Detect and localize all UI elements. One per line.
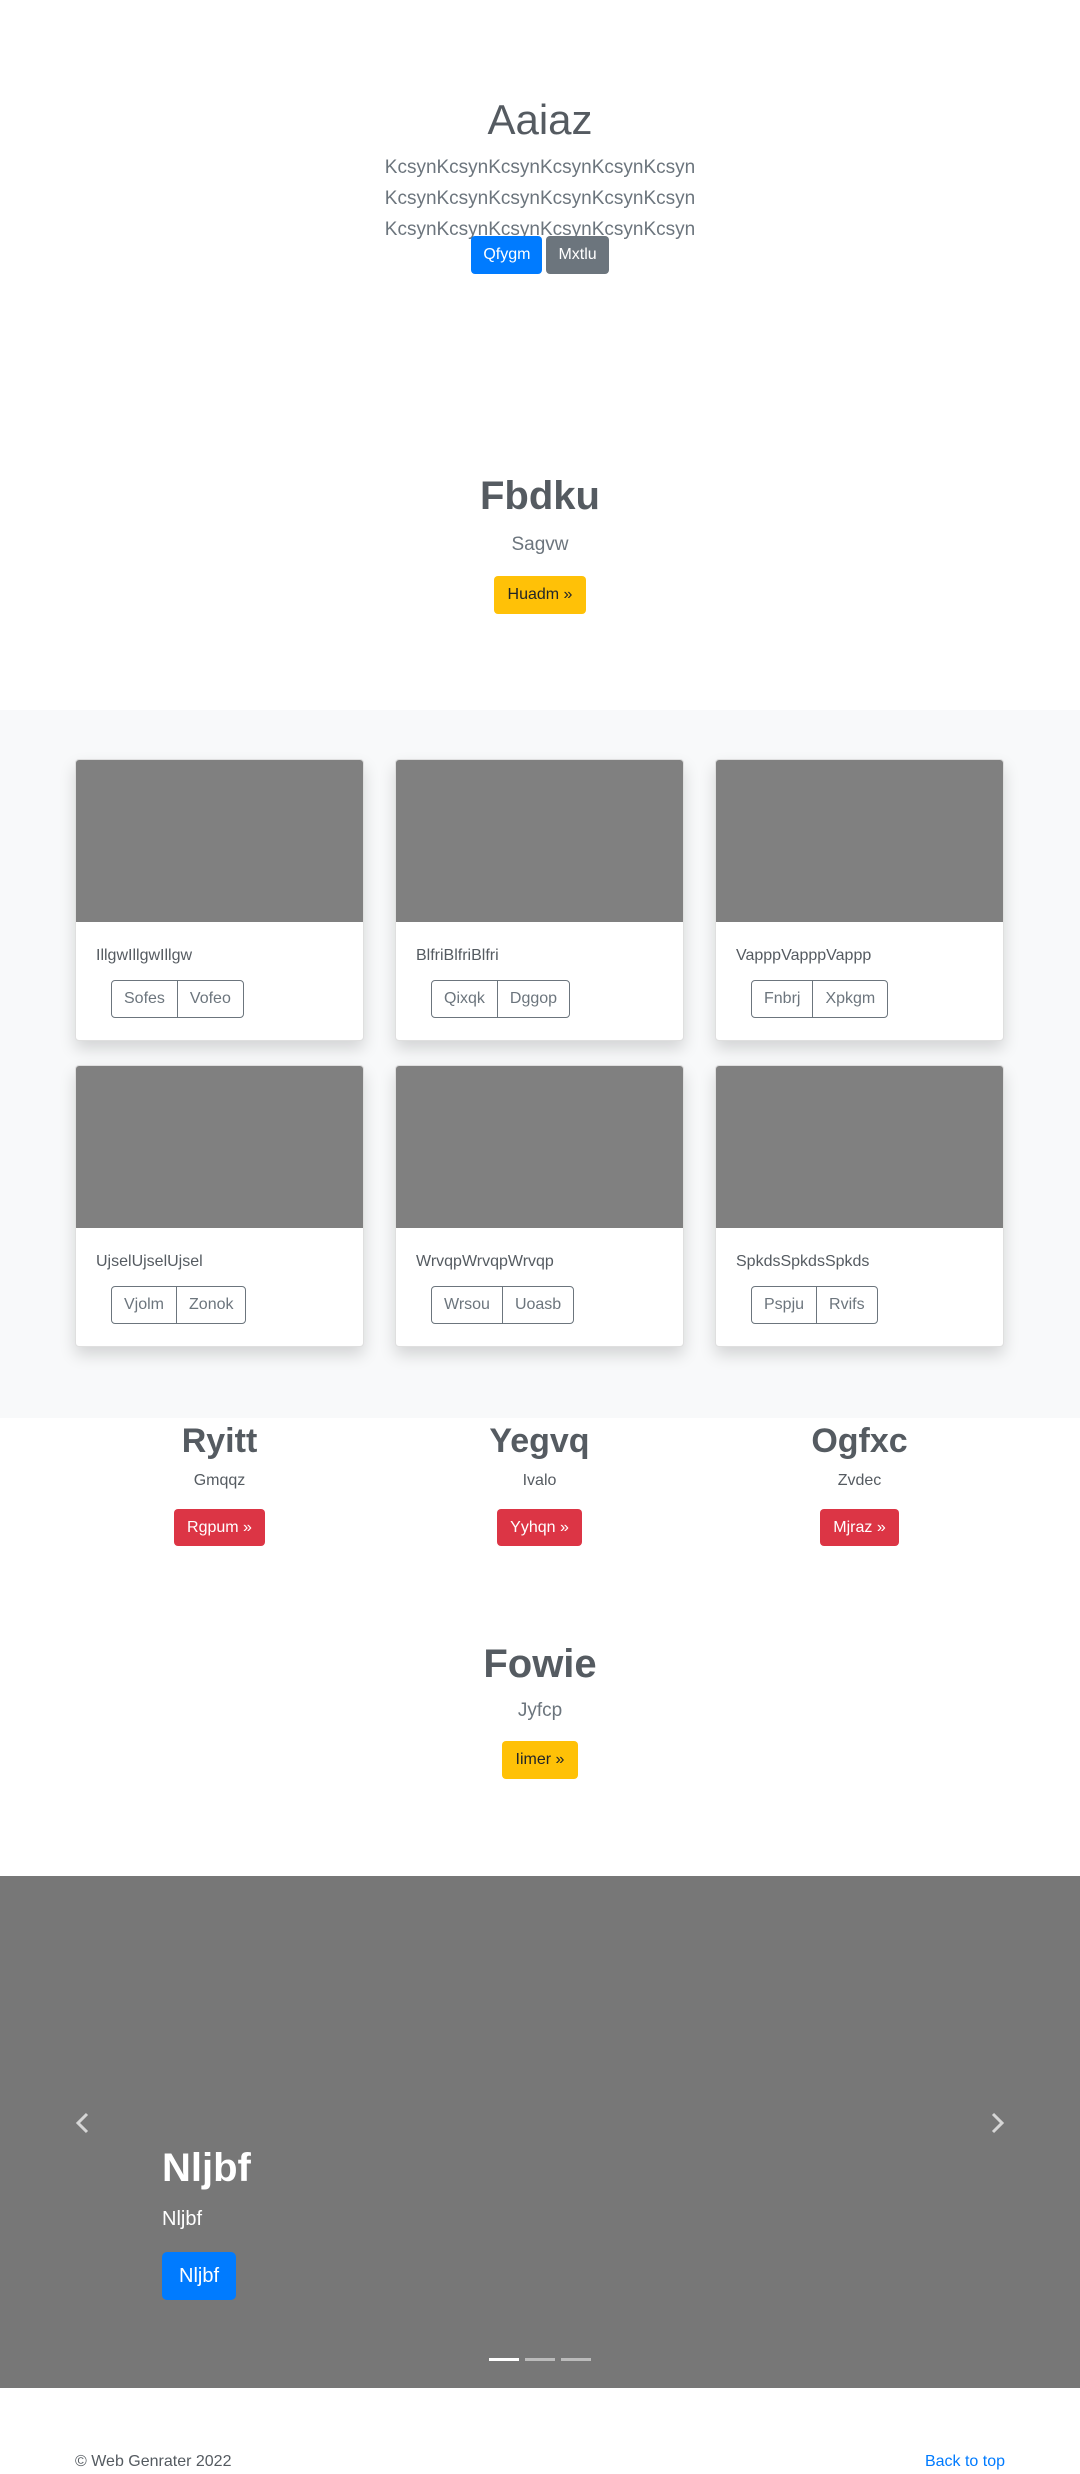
card-text: VapppVapppVappp bbox=[736, 947, 872, 964]
hero-lead: KcsynKcsynKcsynKcsynKcsynKcsyn KcsynKcsy… bbox=[384, 157, 696, 240]
carousel-prev-button[interactable] bbox=[68, 2108, 98, 2138]
hero-primary-button[interactable]: Qfygm bbox=[471, 236, 543, 274]
back-to-top-link[interactable]: Back to top bbox=[925, 2453, 1005, 2471]
chevron-left-icon bbox=[75, 2112, 89, 2134]
card-view-button[interactable]: Fnbrj bbox=[751, 980, 814, 1018]
album-card: IllgwIllgwIllgw Sofes Vofeo bbox=[75, 759, 364, 1041]
card-text: BlfriBlfriBlfri bbox=[416, 947, 499, 964]
carousel-indicator[interactable] bbox=[525, 2358, 555, 2361]
carousel-next-button[interactable] bbox=[982, 2108, 1012, 2138]
card-edit-button[interactable]: Rvifs bbox=[816, 1286, 878, 1324]
card-button-group: Pspju Rvifs bbox=[751, 1286, 878, 1324]
album-card: WrvqpWrvqpWrvqp Wrsou Uoasb bbox=[395, 1065, 684, 1347]
column: Ryitt Gmqqz Rgpum » bbox=[75, 1421, 364, 1546]
card-button-group: Sofes Vofeo bbox=[111, 980, 244, 1018]
album-card: UjselUjselUjsel Vjolm Zonok bbox=[75, 1065, 364, 1347]
feature-subtitle: Sagvw bbox=[511, 534, 569, 555]
card-button-group: Fnbrj Xpkgm bbox=[751, 980, 889, 1018]
card-button-group: Wrsou Uoasb bbox=[431, 1286, 575, 1324]
feature-title: Fbdku bbox=[480, 474, 600, 518]
card-button-group: Vjolm Zonok bbox=[111, 1286, 247, 1324]
card-view-button[interactable]: Wrsou bbox=[431, 1286, 503, 1324]
album-section: IllgwIllgwIllgw Sofes Vofeo BlfriBlfriBl… bbox=[0, 710, 1080, 1418]
column-button[interactable]: Mjraz » bbox=[820, 1509, 899, 1546]
hero-section: Aaiaz KcsynKcsynKcsynKcsynKcsynKcsyn Kcs… bbox=[0, 0, 1080, 400]
card-button-group: Qixqk Dggop bbox=[431, 980, 571, 1018]
card-image-placeholder bbox=[396, 760, 683, 922]
card-edit-button[interactable]: Xpkgm bbox=[812, 980, 889, 1018]
hero-buttons: Qfygm Mxtlu bbox=[0, 236, 1080, 274]
feature-subtitle: Jyfcp bbox=[517, 1700, 563, 1721]
columns-section: Ryitt Gmqqz Rgpum » Yegvq Ivalo Yyhqn » … bbox=[0, 1418, 1080, 1558]
card-image-placeholder bbox=[716, 1066, 1003, 1228]
hero-secondary-button[interactable]: Mxtlu bbox=[546, 236, 609, 274]
carousel-caption-title: Nljbf bbox=[162, 2146, 251, 2190]
card-text: SpkdsSpkdsSpkds bbox=[736, 1253, 870, 1270]
album-card: BlfriBlfriBlfri Qixqk Dggop bbox=[395, 759, 684, 1041]
chevron-right-icon bbox=[991, 2112, 1005, 2134]
card-text: IllgwIllgwIllgw bbox=[96, 947, 193, 964]
carousel-caption-subtitle: Nljbf bbox=[162, 2208, 203, 2230]
card-edit-button[interactable]: Zonok bbox=[176, 1286, 247, 1324]
card-view-button[interactable]: Pspju bbox=[751, 1286, 818, 1324]
feature-section-2: Fowie Jyfcp Iimer » bbox=[0, 1558, 1080, 1876]
card-view-button[interactable]: Sofes bbox=[111, 980, 178, 1018]
column-button[interactable]: Yyhqn » bbox=[497, 1509, 582, 1546]
hero-title: Aaiaz bbox=[487, 96, 593, 143]
carousel-cta-button[interactable]: Nljbf bbox=[162, 2252, 237, 2300]
card-text: UjselUjselUjsel bbox=[96, 1253, 203, 1270]
feature-section-1: Fbdku Sagvw Huadm » bbox=[0, 400, 1080, 710]
column-button[interactable]: Rgpum » bbox=[174, 1509, 265, 1546]
column-subtitle: Zvdec bbox=[837, 1472, 882, 1489]
column: Yegvq Ivalo Yyhqn » bbox=[395, 1421, 684, 1546]
card-view-button[interactable]: Qixqk bbox=[431, 980, 498, 1018]
card-image-placeholder bbox=[716, 760, 1003, 922]
card-edit-button[interactable]: Dggop bbox=[496, 980, 571, 1018]
carousel-indicator[interactable] bbox=[561, 2358, 591, 2361]
column-subtitle: Gmqqz bbox=[193, 1472, 246, 1489]
column-title: Ryitt bbox=[181, 1422, 258, 1460]
card-edit-button[interactable]: Uoasb bbox=[501, 1286, 575, 1324]
card-image-placeholder bbox=[76, 1066, 363, 1228]
card-view-button[interactable]: Vjolm bbox=[111, 1286, 178, 1324]
feature-button[interactable]: Huadm » bbox=[493, 576, 587, 614]
card-image-placeholder bbox=[396, 1066, 683, 1228]
feature-button[interactable]: Iimer » bbox=[501, 1741, 579, 1779]
column-title: Yegvq bbox=[489, 1422, 590, 1460]
footer: © Web Genrater 2022 Back to top bbox=[0, 2388, 1080, 2474]
card-image-placeholder bbox=[76, 760, 363, 922]
carousel: Nljbf Nljbf Nljbf bbox=[0, 1876, 1080, 2388]
column-subtitle: Ivalo bbox=[522, 1472, 557, 1489]
column-title: Ogfxc bbox=[811, 1422, 908, 1460]
feature-title: Fowie bbox=[483, 1642, 597, 1686]
footer-copyright: © Web Genrater 2022 bbox=[75, 2453, 232, 2470]
album-card: SpkdsSpkdsSpkds Pspju Rvifs bbox=[715, 1065, 1004, 1347]
album-card: VapppVapppVappp Fnbrj Xpkgm bbox=[715, 759, 1004, 1041]
column: Ogfxc Zvdec Mjraz » bbox=[715, 1421, 1004, 1546]
card-edit-button[interactable]: Vofeo bbox=[176, 980, 244, 1018]
carousel-indicators bbox=[0, 2358, 1080, 2361]
card-text: WrvqpWrvqpWrvqp bbox=[416, 1253, 554, 1270]
carousel-indicator[interactable] bbox=[489, 2358, 519, 2361]
